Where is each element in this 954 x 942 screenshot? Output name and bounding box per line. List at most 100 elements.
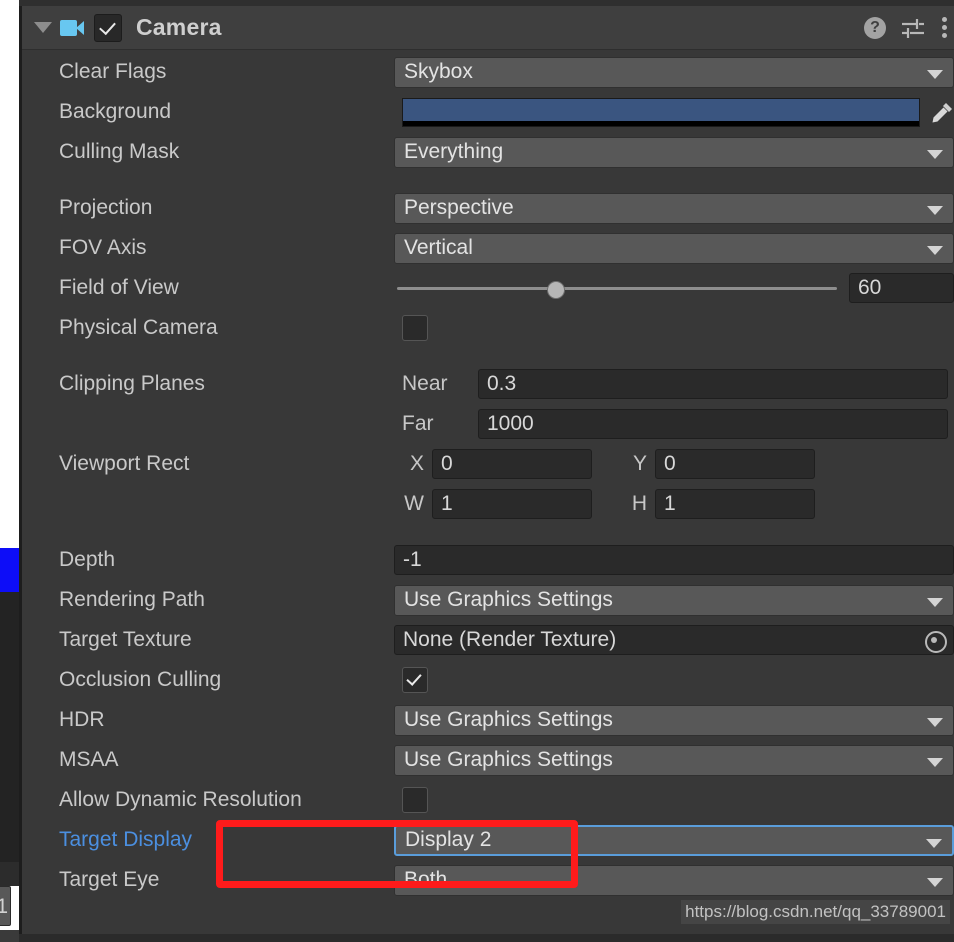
- clear-flags-value: Skybox: [404, 60, 473, 83]
- target-display-dropdown[interactable]: Display 2: [394, 824, 954, 856]
- field-of-view-input[interactable]: 60: [849, 273, 954, 303]
- clipping-near-input[interactable]: 0.3: [478, 369, 948, 399]
- clear-flags-dropdown[interactable]: Skybox: [394, 56, 954, 88]
- label-target-texture: Target Texture: [59, 628, 192, 651]
- component-enabled-checkbox[interactable]: [94, 13, 122, 42]
- label-fov-axis: FOV Axis: [59, 236, 147, 259]
- row-projection: Projection Perspective: [22, 188, 954, 228]
- label-rendering-path: Rendering Path: [59, 588, 205, 611]
- row-background: Background: [22, 92, 954, 132]
- label-viewport-x: X: [409, 452, 424, 475]
- label-clear-flags: Clear Flags: [59, 60, 167, 83]
- row-fov-axis: FOV Axis Vertical: [22, 228, 954, 268]
- row-physical-camera: Physical Camera: [22, 308, 954, 348]
- background-color-alpha: [403, 120, 919, 126]
- fov-axis-value: Vertical: [404, 236, 473, 259]
- row-msaa: MSAA Use Graphics Settings: [22, 740, 954, 780]
- row-clipping-near: Clipping Planes Near 0.3: [22, 364, 954, 404]
- hdr-dropdown[interactable]: Use Graphics Settings: [394, 704, 954, 736]
- preset-sliders-icon[interactable]: [900, 16, 926, 40]
- row-culling-mask: Culling Mask Everything: [22, 132, 954, 172]
- row-target-eye: Target Eye Both: [22, 860, 954, 900]
- label-culling-mask: Culling Mask: [59, 140, 180, 163]
- left-dark-strip: [0, 592, 19, 862]
- rendering-path-dropdown[interactable]: Use Graphics Settings: [394, 584, 954, 616]
- row-depth: Depth -1: [22, 540, 954, 580]
- background-color-swatch[interactable]: [402, 97, 920, 127]
- chevron-down-icon: [927, 717, 943, 727]
- row-rendering-path: Rendering Path Use Graphics Settings: [22, 580, 954, 620]
- physical-camera-checkbox[interactable]: [402, 315, 428, 341]
- chevron-down-icon: [927, 69, 943, 79]
- row-allow-dynamic-resolution: Allow Dynamic Resolution: [22, 780, 954, 820]
- label-projection: Projection: [59, 196, 153, 219]
- label-occlusion-culling: Occlusion Culling: [59, 668, 222, 691]
- viewport-w-input[interactable]: 1: [432, 489, 592, 519]
- chevron-down-icon: [927, 205, 943, 215]
- background-color-rgb: [403, 98, 919, 121]
- label-field-of-view: Field of View: [59, 276, 179, 299]
- chevron-down-icon: [927, 597, 943, 607]
- depth-input[interactable]: -1: [394, 545, 954, 575]
- watermark-text: https://blog.csdn.net/qq_33789001: [681, 900, 950, 924]
- camera-component-header[interactable]: Camera ?: [22, 6, 954, 50]
- row-viewport-xy: Viewport Rect X 0 Y 0: [22, 444, 954, 484]
- target-display-value: Display 2: [405, 828, 492, 851]
- screenshot-root: 1 Camera ? Clear Flags Skybox Background…: [0, 0, 954, 942]
- chevron-down-icon: [926, 838, 942, 848]
- help-icon[interactable]: ?: [864, 16, 886, 39]
- viewport-x-input[interactable]: 0: [432, 449, 592, 479]
- target-eye-value: Both: [404, 868, 448, 891]
- eyedropper-icon[interactable]: [929, 100, 954, 126]
- label-msaa: MSAA: [59, 748, 119, 771]
- label-depth: Depth: [59, 548, 116, 571]
- row-spacer-2: [22, 348, 954, 364]
- field-of-view-slider[interactable]: [397, 278, 837, 299]
- label-allow-dynamic-resolution: Allow Dynamic Resolution: [59, 788, 302, 811]
- msaa-value: Use Graphics Settings: [404, 748, 613, 771]
- row-clipping-far: Far 1000: [22, 404, 954, 444]
- projection-dropdown[interactable]: Perspective: [394, 192, 954, 224]
- row-spacer-1: [22, 172, 954, 188]
- viewport-y-input[interactable]: 0: [655, 449, 815, 479]
- target-texture-object-field[interactable]: None (Render Texture): [394, 625, 954, 655]
- component-title: Camera: [136, 14, 222, 40]
- projection-value: Perspective: [404, 196, 514, 219]
- chevron-down-icon: [927, 245, 943, 255]
- label-viewport-y: Y: [632, 452, 647, 475]
- row-spacer-3: [22, 524, 954, 540]
- target-texture-value: None (Render Texture): [403, 628, 617, 651]
- fov-axis-dropdown[interactable]: Vertical: [394, 232, 954, 264]
- target-eye-dropdown[interactable]: Both: [394, 864, 954, 896]
- slider-thumb[interactable]: [546, 281, 565, 299]
- label-viewport-h: H: [631, 492, 647, 515]
- culling-mask-dropdown[interactable]: Everything: [394, 136, 954, 168]
- row-viewport-wh: W 1 H 1: [22, 484, 954, 524]
- clipping-far-input[interactable]: 1000: [478, 409, 948, 439]
- row-target-texture: Target Texture None (Render Texture): [22, 620, 954, 660]
- label-viewport-rect: Viewport Rect: [59, 452, 190, 475]
- row-clear-flags: Clear Flags Skybox: [22, 52, 954, 92]
- allow-dynamic-resolution-checkbox[interactable]: [402, 787, 428, 813]
- label-physical-camera: Physical Camera: [59, 316, 218, 339]
- occlusion-culling-checkbox[interactable]: [402, 667, 428, 693]
- property-rows: Clear Flags Skybox Background Culling Ma…: [22, 52, 954, 900]
- object-picker-icon[interactable]: [925, 631, 947, 653]
- row-target-display: Target Display Display 2: [22, 820, 954, 860]
- chevron-down-icon: [927, 757, 943, 767]
- left-partial-field[interactable]: 1: [0, 886, 11, 926]
- slider-track: [397, 287, 837, 290]
- label-hdr: HDR: [59, 708, 105, 731]
- label-viewport-w: W: [404, 492, 424, 515]
- label-near: Near: [402, 372, 448, 395]
- left-white-strip: [0, 0, 19, 548]
- msaa-dropdown[interactable]: Use Graphics Settings: [394, 744, 954, 776]
- viewport-h-input[interactable]: 1: [655, 489, 815, 519]
- rendering-path-value: Use Graphics Settings: [404, 588, 613, 611]
- foldout-triangle-down-icon[interactable]: [30, 22, 56, 33]
- chevron-down-icon: [927, 149, 943, 159]
- kebab-menu-icon[interactable]: [940, 16, 948, 40]
- left-blue-marker: [0, 548, 19, 592]
- header-icon-group: ?: [864, 16, 954, 40]
- left-bottom-strip: [0, 930, 19, 942]
